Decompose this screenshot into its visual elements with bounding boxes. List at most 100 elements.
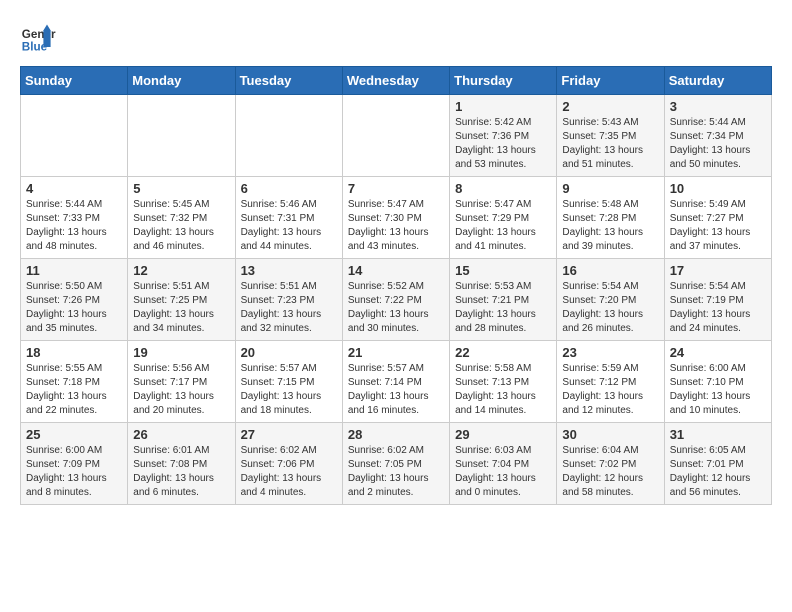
day-number: 31 [670, 427, 766, 442]
cell-content: Sunrise: 5:49 AM Sunset: 7:27 PM Dayligh… [670, 198, 766, 254]
calendar-cell [235, 95, 342, 177]
day-number: 21 [348, 345, 444, 360]
cell-content: Sunrise: 5:42 AM Sunset: 7:36 PM Dayligh… [455, 116, 551, 172]
day-number: 11 [26, 263, 122, 278]
calendar-cell: 9 Sunrise: 5:48 AM Sunset: 7:28 PM Daylig… [557, 177, 664, 259]
day-number: 15 [455, 263, 551, 278]
calendar-cell [128, 95, 235, 177]
page-header: General Blue [20, 20, 772, 56]
cell-content: Sunrise: 5:47 AM Sunset: 7:29 PM Dayligh… [455, 198, 551, 254]
cell-content: Sunrise: 5:53 AM Sunset: 7:21 PM Dayligh… [455, 280, 551, 336]
cell-content: Sunrise: 6:02 AM Sunset: 7:05 PM Dayligh… [348, 444, 444, 500]
logo-icon: General Blue [20, 20, 56, 56]
calendar-cell: 8 Sunrise: 5:47 AM Sunset: 7:29 PM Daylig… [450, 177, 557, 259]
calendar-cell: 15 Sunrise: 5:53 AM Sunset: 7:21 PM Dayli… [450, 259, 557, 341]
cell-content: Sunrise: 5:55 AM Sunset: 7:18 PM Dayligh… [26, 362, 122, 418]
cell-content: Sunrise: 5:45 AM Sunset: 7:32 PM Dayligh… [133, 198, 229, 254]
calendar-cell: 7 Sunrise: 5:47 AM Sunset: 7:30 PM Daylig… [342, 177, 449, 259]
day-number: 5 [133, 181, 229, 196]
cell-content: Sunrise: 5:57 AM Sunset: 7:15 PM Dayligh… [241, 362, 337, 418]
logo: General Blue [20, 20, 56, 56]
cell-content: Sunrise: 6:00 AM Sunset: 7:09 PM Dayligh… [26, 444, 122, 500]
cell-content: Sunrise: 5:44 AM Sunset: 7:33 PM Dayligh… [26, 198, 122, 254]
day-number: 1 [455, 99, 551, 114]
day-number: 23 [562, 345, 658, 360]
calendar-week-row: 25 Sunrise: 6:00 AM Sunset: 7:09 PM Dayli… [21, 423, 772, 505]
day-number: 16 [562, 263, 658, 278]
day-number: 9 [562, 181, 658, 196]
calendar-cell: 30 Sunrise: 6:04 AM Sunset: 7:02 PM Dayli… [557, 423, 664, 505]
calendar-cell: 22 Sunrise: 5:58 AM Sunset: 7:13 PM Dayli… [450, 341, 557, 423]
day-number: 7 [348, 181, 444, 196]
calendar-cell: 19Sunrise: 5:56 AM Sunset: 7:17 PM Dayli… [128, 341, 235, 423]
day-number: 8 [455, 181, 551, 196]
day-number: 27 [241, 427, 337, 442]
calendar-cell: 10 Sunrise: 5:49 AM Sunset: 7:27 PM Dayli… [664, 177, 771, 259]
day-number: 14 [348, 263, 444, 278]
day-number: 28 [348, 427, 444, 442]
calendar-cell: 18 Sunrise: 5:55 AM Sunset: 7:18 PM Dayli… [21, 341, 128, 423]
cell-content: Sunrise: 5:47 AM Sunset: 7:30 PM Dayligh… [348, 198, 444, 254]
day-number: 12 [133, 263, 229, 278]
cell-content: Sunrise: 6:02 AM Sunset: 7:06 PM Dayligh… [241, 444, 337, 500]
calendar-cell: 31Sunrise: 6:05 AM Sunset: 7:01 PM Dayli… [664, 423, 771, 505]
calendar-cell: 24 Sunrise: 6:00 AM Sunset: 7:10 PM Dayli… [664, 341, 771, 423]
day-number: 10 [670, 181, 766, 196]
day-number: 4 [26, 181, 122, 196]
cell-content: Sunrise: 6:01 AM Sunset: 7:08 PM Dayligh… [133, 444, 229, 500]
calendar-cell: 20 Sunrise: 5:57 AM Sunset: 7:15 PM Dayli… [235, 341, 342, 423]
calendar-cell: 6 Sunrise: 5:46 AM Sunset: 7:31 PM Daylig… [235, 177, 342, 259]
weekday-header: Thursday [450, 67, 557, 95]
day-number: 17 [670, 263, 766, 278]
calendar-week-row: 4 Sunrise: 5:44 AM Sunset: 7:33 PM Daylig… [21, 177, 772, 259]
calendar-cell: 5 Sunrise: 5:45 AM Sunset: 7:32 PM Daylig… [128, 177, 235, 259]
calendar-cell: 2Sunrise: 5:43 AM Sunset: 7:35 PM Daylig… [557, 95, 664, 177]
weekday-header: Wednesday [342, 67, 449, 95]
calendar-cell: 26 Sunrise: 6:01 AM Sunset: 7:08 PM Dayli… [128, 423, 235, 505]
cell-content: Sunrise: 6:03 AM Sunset: 7:04 PM Dayligh… [455, 444, 551, 500]
calendar-cell: 28 Sunrise: 6:02 AM Sunset: 7:05 PM Dayli… [342, 423, 449, 505]
cell-content: Sunrise: 6:00 AM Sunset: 7:10 PM Dayligh… [670, 362, 766, 418]
calendar-cell: 1 Sunrise: 5:42 AM Sunset: 7:36 PM Daylig… [450, 95, 557, 177]
cell-content: Sunrise: 5:59 AM Sunset: 7:12 PM Dayligh… [562, 362, 658, 418]
cell-content: Sunrise: 6:04 AM Sunset: 7:02 PM Dayligh… [562, 444, 658, 500]
cell-content: Sunrise: 5:51 AM Sunset: 7:23 PM Dayligh… [241, 280, 337, 336]
calendar-cell: 27 Sunrise: 6:02 AM Sunset: 7:06 PM Dayli… [235, 423, 342, 505]
day-number: 19 [133, 345, 229, 360]
weekday-header: Friday [557, 67, 664, 95]
cell-content: Sunrise: 5:46 AM Sunset: 7:31 PM Dayligh… [241, 198, 337, 254]
cell-content: Sunrise: 5:57 AM Sunset: 7:14 PM Dayligh… [348, 362, 444, 418]
day-number: 26 [133, 427, 229, 442]
day-number: 6 [241, 181, 337, 196]
cell-content: Sunrise: 5:51 AM Sunset: 7:25 PM Dayligh… [133, 280, 229, 336]
day-number: 24 [670, 345, 766, 360]
cell-content: Sunrise: 5:48 AM Sunset: 7:28 PM Dayligh… [562, 198, 658, 254]
calendar-cell: 23 Sunrise: 5:59 AM Sunset: 7:12 PM Dayli… [557, 341, 664, 423]
cell-content: Sunrise: 5:58 AM Sunset: 7:13 PM Dayligh… [455, 362, 551, 418]
calendar-cell: 16 Sunrise: 5:54 AM Sunset: 7:20 PM Dayli… [557, 259, 664, 341]
calendar-cell: 3Sunrise: 5:44 AM Sunset: 7:34 PM Daylig… [664, 95, 771, 177]
cell-content: Sunrise: 5:50 AM Sunset: 7:26 PM Dayligh… [26, 280, 122, 336]
cell-content: Sunrise: 5:52 AM Sunset: 7:22 PM Dayligh… [348, 280, 444, 336]
weekday-header: Saturday [664, 67, 771, 95]
day-number: 29 [455, 427, 551, 442]
calendar-cell: 21 Sunrise: 5:57 AM Sunset: 7:14 PM Dayli… [342, 341, 449, 423]
day-number: 2 [562, 99, 658, 114]
cell-content: Sunrise: 5:54 AM Sunset: 7:20 PM Dayligh… [562, 280, 658, 336]
calendar-cell: 14 Sunrise: 5:52 AM Sunset: 7:22 PM Dayli… [342, 259, 449, 341]
day-number: 20 [241, 345, 337, 360]
day-number: 25 [26, 427, 122, 442]
calendar-cell [21, 95, 128, 177]
calendar-cell [342, 95, 449, 177]
calendar-week-row: 1 Sunrise: 5:42 AM Sunset: 7:36 PM Daylig… [21, 95, 772, 177]
calendar-week-row: 11 Sunrise: 5:50 AM Sunset: 7:26 PM Dayli… [21, 259, 772, 341]
day-number: 22 [455, 345, 551, 360]
weekday-header: Monday [128, 67, 235, 95]
cell-content: Sunrise: 5:44 AM Sunset: 7:34 PM Dayligh… [670, 116, 766, 172]
day-number: 30 [562, 427, 658, 442]
day-number: 18 [26, 345, 122, 360]
calendar-cell: 13Sunrise: 5:51 AM Sunset: 7:23 PM Dayli… [235, 259, 342, 341]
cell-content: Sunrise: 5:54 AM Sunset: 7:19 PM Dayligh… [670, 280, 766, 336]
calendar-header-row: SundayMondayTuesdayWednesdayThursdayFrid… [21, 67, 772, 95]
calendar-week-row: 18 Sunrise: 5:55 AM Sunset: 7:18 PM Dayli… [21, 341, 772, 423]
